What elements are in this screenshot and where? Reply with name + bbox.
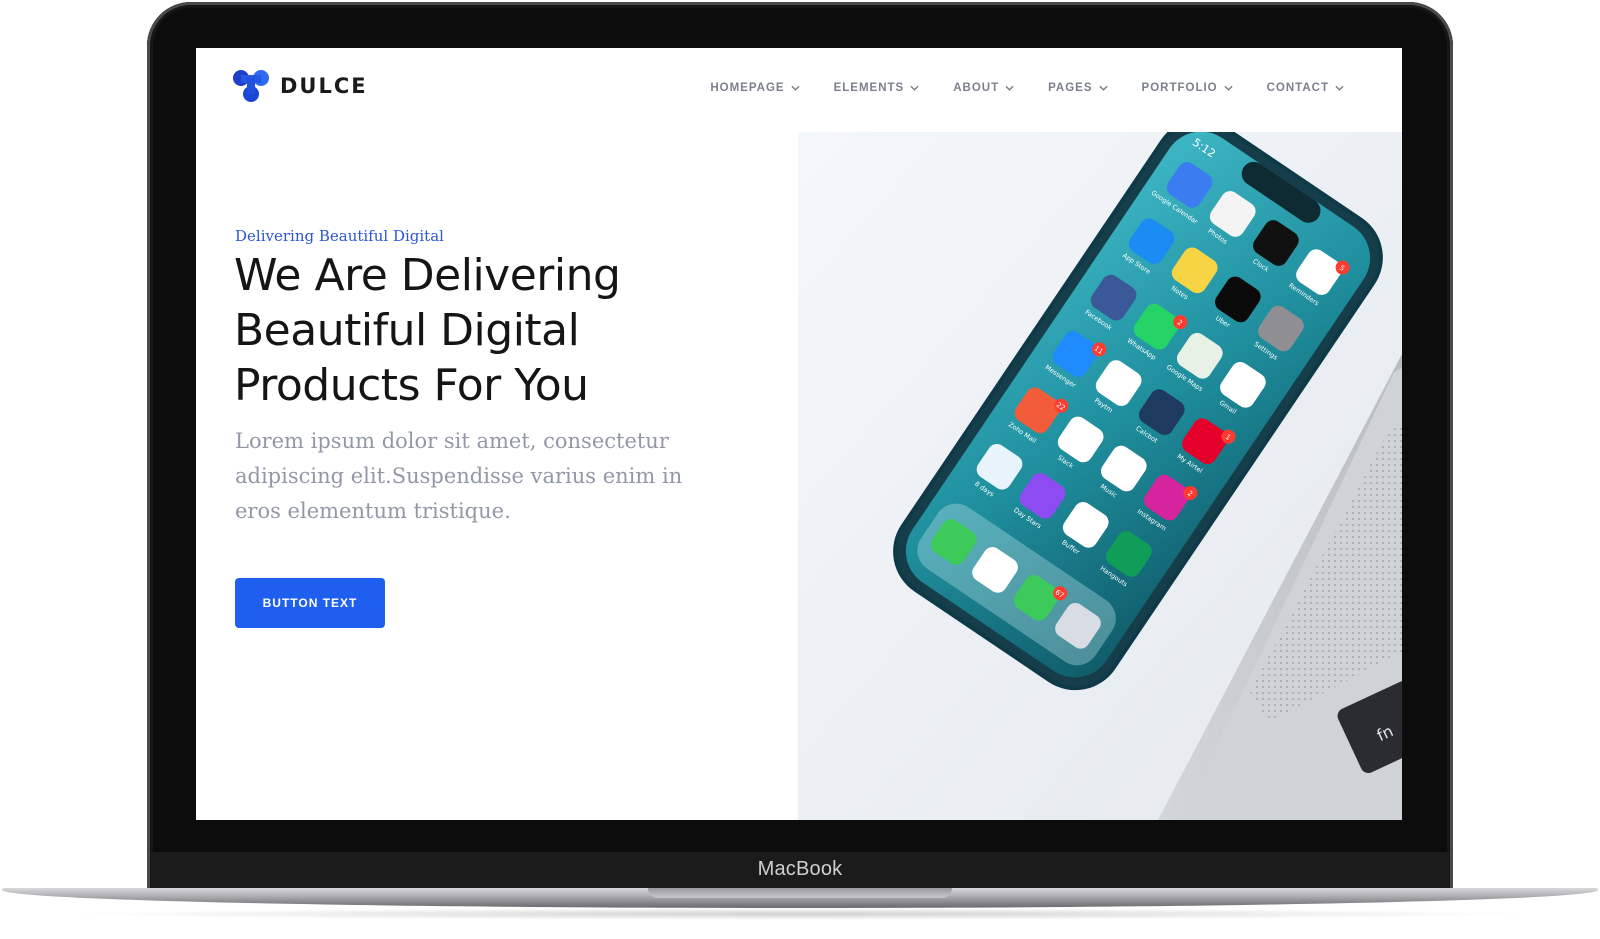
main-nav: HOMEPAGE ELEMENTS ABOUT PAGES PORTFOLIO …: [710, 82, 1344, 94]
chevron-down-icon: [1098, 85, 1108, 91]
nav-item-contact[interactable]: CONTACT: [1267, 82, 1344, 94]
hero-description: Lorem ipsum dolor sit amet, consectetur …: [235, 429, 683, 523]
website-screen: DULCE HOMEPAGE ELEMENTS ABOUT PAGES PORT…: [196, 48, 1402, 820]
chevron-down-icon: [1335, 85, 1344, 91]
nav-item-homepage[interactable]: HOMEPAGE: [710, 82, 800, 94]
nav-item-pages[interactable]: PAGES: [1048, 82, 1108, 94]
nav-item-label: ABOUT: [953, 82, 1000, 94]
chevron-down-icon: [790, 85, 800, 91]
nav-item-label: CONTACT: [1266, 82, 1329, 94]
chevron-down-icon: [1005, 85, 1014, 91]
chevron-down-icon: [1224, 85, 1233, 91]
nav-item-label: PORTFOLIO: [1141, 82, 1218, 94]
nav-item-label: PAGES: [1048, 82, 1093, 94]
brand-name: DULCE: [280, 74, 368, 98]
hero-cta-button[interactable]: BUTTON TEXT: [235, 578, 385, 628]
brand-logo[interactable]: DULCE: [232, 69, 368, 103]
nav-item-about[interactable]: ABOUT: [953, 82, 1014, 94]
nav-item-label: ELEMENTS: [833, 82, 905, 94]
chevron-down-icon: [910, 85, 919, 91]
logo-mark-icon: [233, 70, 269, 102]
macbook-label: MacBook: [757, 858, 843, 880]
hero-headline: We Are Delivering Beautiful Digital Prod…: [234, 250, 621, 411]
hero-phone-image: fn 5:12 Google CalendarPhotosClockRemind…: [798, 132, 1402, 820]
nav-item-portfolio[interactable]: PORTFOLIO: [1142, 82, 1233, 94]
nav-item-elements[interactable]: ELEMENTS: [834, 82, 920, 94]
hero-eyebrow: Delivering Beautiful Digital: [235, 227, 444, 245]
laptop-notch: [648, 888, 952, 898]
laptop-shadow: [60, 908, 1540, 920]
nav-item-label: HOMEPAGE: [710, 82, 785, 94]
laptop-chin: MacBook: [150, 852, 1450, 888]
